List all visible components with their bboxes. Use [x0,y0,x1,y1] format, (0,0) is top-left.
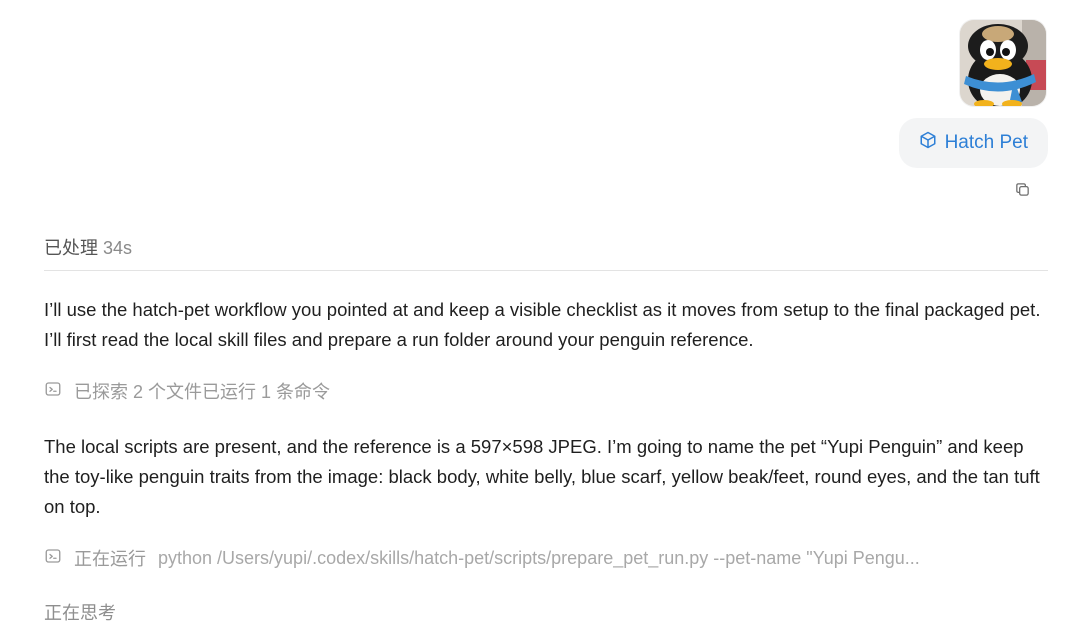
assistant-paragraph: The local scripts are present, and the r… [44,436,1040,517]
assistant-paragraph: I’ll use the hatch-pet workflow you poin… [44,299,1041,350]
activity-label: 正在运行 [74,549,146,569]
processed-label: 已处理 [44,238,98,258]
activity-running[interactable]: 正在运行 python /Users/yupi/.codex/skills/ha… [44,545,1044,571]
terminal-icon [44,380,62,403]
activity-label: 已探索 2 个文件已运行 1 条命令 [74,382,331,402]
skill-chip-label: Hatch Pet [944,132,1028,153]
terminal-icon [44,547,62,570]
copy-button[interactable] [1012,182,1032,202]
divider [44,270,1048,271]
user-message: Hatch Pet [848,20,1048,200]
copy-icon [1014,181,1031,203]
activity-command: python /Users/yupi/.codex/skills/hatch-p… [158,547,920,568]
processed-status[interactable]: 已处理 34s [44,234,132,260]
activity-explored[interactable]: 已探索 2 个文件已运行 1 条命令 [44,378,1044,404]
penguin-photo [960,20,1046,106]
processed-duration: 34s [103,238,133,258]
attachment-image[interactable] [960,20,1046,106]
cube-icon [919,131,937,155]
skill-chip-hatch-pet[interactable]: Hatch Pet [898,118,1048,168]
thinking-status: 正在思考 [44,603,116,623]
